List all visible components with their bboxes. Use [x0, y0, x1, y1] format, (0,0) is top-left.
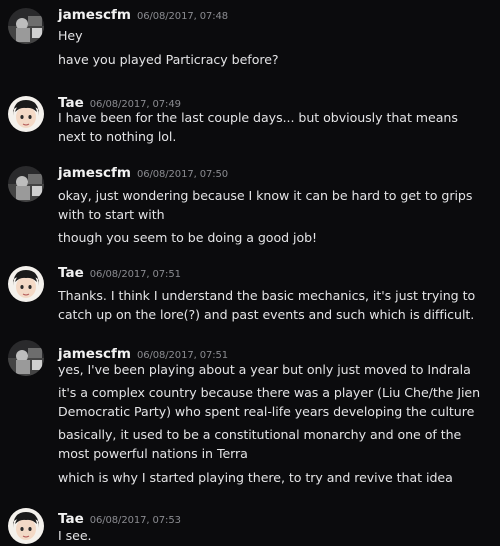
- photo-avatar-icon: [8, 340, 44, 376]
- message-header: Tae 06/08/2017, 07:51: [58, 262, 181, 281]
- anime-character-avatar-icon: [8, 266, 44, 302]
- anime-character-avatar-icon: [8, 508, 44, 544]
- message-header: jamescfm 06/08/2017, 07:48: [58, 4, 228, 23]
- timestamp: 06/08/2017, 07:48: [136, 11, 229, 22]
- message-text: have you played Particracy before?: [58, 52, 279, 67]
- author-name[interactable]: jamescfm: [58, 7, 131, 23]
- message-text: though you seem to be doing a good job!: [58, 230, 318, 245]
- chat-log: jamescfm 06/08/2017, 07:48 Hey have you p…: [0, 0, 500, 546]
- message-header: Tae 06/08/2017, 07:53: [58, 508, 181, 527]
- message-text: I have been for the last couple days... …: [58, 110, 458, 144]
- timestamp: 06/08/2017, 07:53: [89, 515, 181, 526]
- anime-character-avatar-icon: [8, 96, 44, 132]
- avatar[interactable]: [8, 8, 44, 44]
- message-header: jamescfm 06/08/2017, 07:50: [58, 162, 228, 181]
- avatar[interactable]: [8, 166, 44, 202]
- photo-avatar-icon: [8, 8, 44, 44]
- message-text: which is why I started playing there, to…: [58, 470, 453, 485]
- message-text: basically, it used to be a constitutiona…: [58, 427, 462, 461]
- avatar[interactable]: [8, 508, 44, 544]
- author-name[interactable]: jamescfm: [58, 165, 131, 181]
- author-name[interactable]: Tae: [58, 511, 84, 527]
- message-text: I see.: [58, 528, 92, 543]
- avatar[interactable]: [8, 266, 44, 302]
- author-name[interactable]: Tae: [58, 265, 84, 281]
- message-text: Hey: [58, 28, 83, 43]
- timestamp: 06/08/2017, 07:50: [136, 169, 229, 180]
- message-text: it's a complex country because there was…: [58, 385, 481, 419]
- avatar[interactable]: [8, 340, 44, 376]
- avatar[interactable]: [8, 96, 44, 132]
- photo-avatar-icon: [8, 166, 44, 202]
- message-text: okay, just wondering because I know it c…: [58, 188, 473, 222]
- timestamp: 06/08/2017, 07:51: [89, 269, 181, 280]
- message-text: Thanks. I think I understand the basic m…: [58, 288, 476, 322]
- message-text: yes, I've been playing about a year but …: [58, 362, 471, 377]
